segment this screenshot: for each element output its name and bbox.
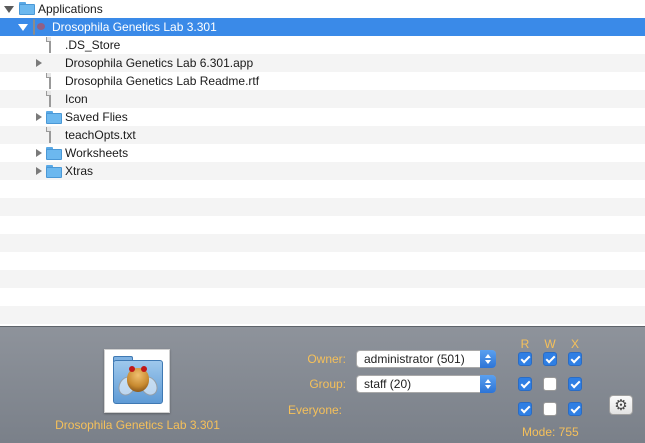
globe-app-icon: [47, 56, 63, 70]
document-icon: [47, 127, 63, 143]
disclosure-triangle-closed-icon[interactable]: [34, 58, 44, 68]
tree-row-label: Worksheets: [65, 146, 129, 160]
tree-row-label: Applications: [38, 2, 103, 16]
tree-row-folder[interactable]: Saved Flies: [0, 108, 645, 126]
folder-icon: [46, 147, 62, 161]
tree-row-file[interactable]: Icon: [0, 90, 645, 108]
mode-readout: Mode: 755: [522, 425, 579, 439]
info-panel: Drosophila Genetics Lab 3.301 Owner: adm…: [0, 326, 645, 443]
tree-row-selected-folder[interactable]: Drosophila Genetics Lab 3.301: [0, 18, 645, 36]
disclosure-triangle-closed-icon[interactable]: [34, 148, 44, 158]
tree-row-label: teachOpts.txt: [65, 128, 136, 142]
document-icon: [47, 91, 63, 107]
folder-icon: [46, 111, 62, 125]
popup-arrows-icon: [480, 375, 496, 393]
group-label: Group:: [309, 377, 346, 391]
tree-row-file[interactable]: teachOpts.txt: [0, 126, 645, 144]
tree-row-applications[interactable]: Applications: [0, 0, 645, 18]
disclosure-triangle-open-icon[interactable]: [4, 4, 14, 14]
tree-row-app[interactable]: Drosophila Genetics Lab 6.301.app: [0, 54, 645, 72]
file-tree: Applications Drosophila Genetics Lab 3.3…: [0, 0, 645, 326]
group-execute-checkbox[interactable]: [568, 377, 582, 391]
disclosure-triangle-open-icon[interactable]: [18, 22, 28, 32]
group-read-checkbox[interactable]: [518, 377, 532, 391]
popup-arrows-icon: [480, 350, 496, 368]
tree-row-label: Xtras: [65, 164, 94, 178]
folder-icon: [19, 2, 35, 16]
everyone-execute-checkbox[interactable]: [568, 402, 582, 416]
execute-header: X: [570, 337, 579, 351]
stripe: [0, 270, 645, 288]
gear-icon[interactable]: ⚙: [609, 395, 633, 415]
tree-row-label: Drosophila Genetics Lab 6.301.app: [65, 56, 254, 70]
group-select[interactable]: staff (20): [356, 375, 496, 393]
everyone-read-checkbox[interactable]: [518, 402, 532, 416]
stripe: [0, 306, 645, 324]
everyone-write-checkbox[interactable]: [543, 402, 557, 416]
fly-folder-icon: [104, 349, 170, 413]
owner-value: administrator (501): [364, 352, 465, 366]
folder-icon: [46, 165, 62, 179]
tree-row-folder[interactable]: Worksheets: [0, 144, 645, 162]
owner-execute-checkbox[interactable]: [568, 352, 582, 366]
selected-item-name: Drosophila Genetics Lab 3.301: [55, 418, 220, 432]
document-icon: [47, 37, 63, 53]
group-value: staff (20): [364, 377, 412, 391]
disclosure-triangle-closed-icon[interactable]: [34, 166, 44, 176]
read-header: R: [520, 337, 530, 351]
tree-row-file[interactable]: Drosophila Genetics Lab Readme.rtf: [0, 72, 645, 90]
tree-row-label: Icon: [65, 92, 88, 106]
tree-row-label: Saved Flies: [65, 110, 128, 124]
tree-row-file[interactable]: .DS_Store: [0, 36, 645, 54]
owner-write-checkbox[interactable]: [543, 352, 557, 366]
tree-row-label: .DS_Store: [65, 38, 121, 52]
package-icon: [33, 19, 49, 35]
owner-select[interactable]: administrator (501): [356, 350, 496, 368]
owner-read-checkbox[interactable]: [518, 352, 532, 366]
disclosure-triangle-closed-icon[interactable]: [34, 112, 44, 122]
everyone-label: Everyone:: [287, 403, 342, 417]
tree-row-label: Drosophila Genetics Lab 3.301: [52, 20, 217, 34]
group-write-checkbox[interactable]: [543, 377, 557, 391]
owner-label: Owner:: [307, 352, 346, 366]
tree-row-label: Drosophila Genetics Lab Readme.rtf: [65, 74, 260, 88]
document-icon: [47, 73, 63, 89]
write-header: W: [544, 337, 556, 351]
tree-row-folder[interactable]: Xtras: [0, 162, 645, 180]
stripe: [0, 198, 645, 216]
stripe: [0, 234, 645, 252]
